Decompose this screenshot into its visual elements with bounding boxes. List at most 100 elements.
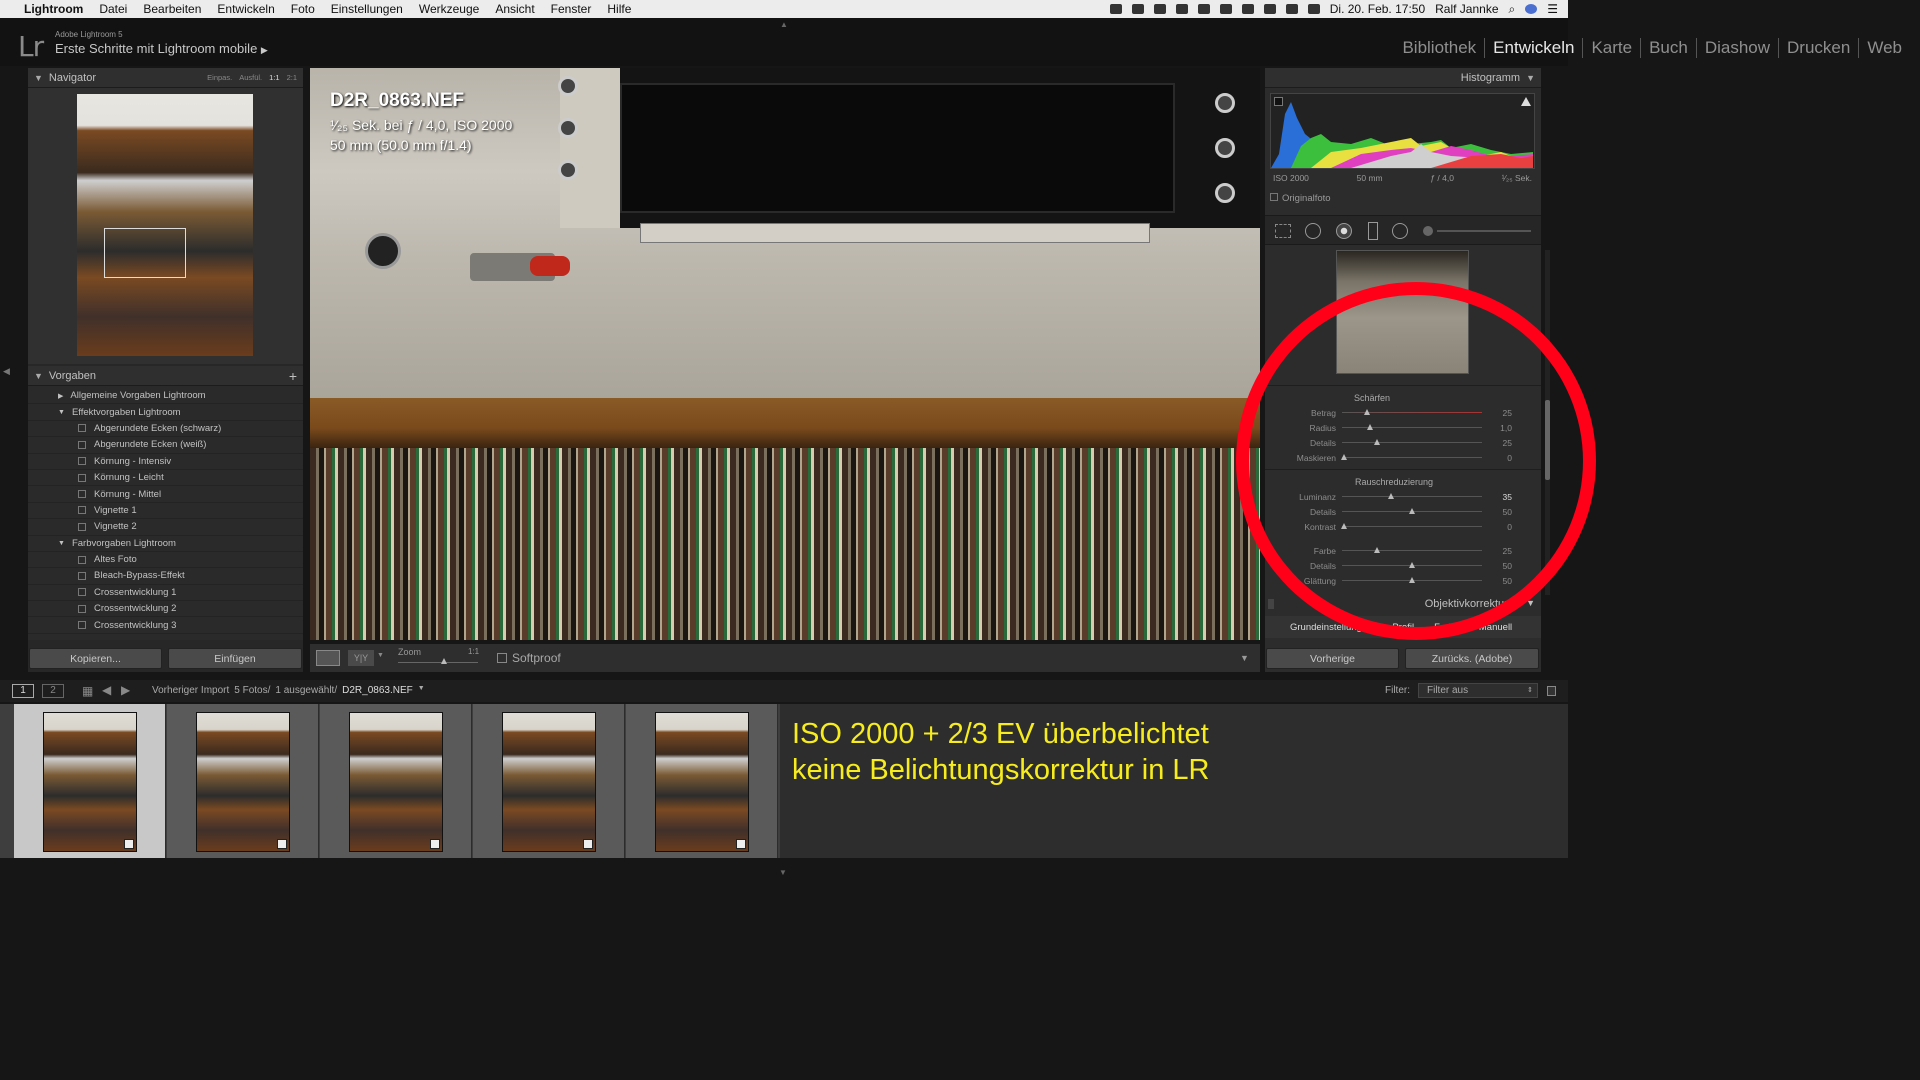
catalog-title[interactable]: Erste Schritte mit Lightroom mobile ▶ [55,41,268,56]
filmstrip-thumbnail[interactable] [196,712,290,852]
preset-item[interactable]: Crossentwicklung 1 [28,585,303,602]
source-name[interactable]: Vorheriger Import [152,685,229,696]
bluetooth-icon[interactable] [1219,4,1232,14]
menubar-user[interactable]: Ralf Jannke [1435,2,1498,16]
notification-center-icon[interactable]: ☰ [1547,2,1558,16]
module-entwickeln[interactable]: Entwickeln [1484,38,1582,58]
filmstrip-thumbnail[interactable] [349,712,443,852]
siri-icon[interactable] [1525,4,1538,14]
time-machine-icon[interactable] [1197,4,1210,14]
grid-view-icon[interactable]: ▦ [82,684,93,698]
menu-app-name[interactable]: Lightroom [16,0,91,18]
collapse-triangle-icon[interactable]: ▼ [1526,73,1535,83]
add-preset-icon[interactable]: + [289,368,303,384]
collapse-filmstrip-icon[interactable]: ▼ [779,868,787,877]
module-karte[interactable]: Karte [1582,38,1640,58]
cloud-icon[interactable] [1175,4,1188,14]
paste-settings-button[interactable]: Einfügen [168,648,302,669]
preset-folder[interactable]: ▼ Effektvorgaben Lightroom [28,404,303,421]
preset-item[interactable]: Abgerundete Ecken (weiß) [28,437,303,454]
play-triangle-icon[interactable]: ▶ [261,45,268,55]
menu-entwickeln[interactable]: Entwickeln [209,0,282,18]
collapse-left-panel-icon[interactable]: ◀ [3,366,10,377]
eject-icon[interactable] [1263,4,1276,14]
spot-removal-icon[interactable] [1305,223,1321,239]
module-diashow[interactable]: Diashow [1695,38,1778,58]
brush-size-track[interactable] [1437,230,1531,232]
module-web[interactable]: Web [1858,38,1910,58]
menu-werkzeuge[interactable]: Werkzeuge [411,0,487,18]
preset-item[interactable]: Vignette 1 [28,503,303,520]
wifi-icon[interactable] [1241,4,1254,14]
filmstrip-thumbnail[interactable] [655,712,749,852]
shadow-clipping-toggle[interactable] [1274,97,1283,106]
spotlight-search-icon[interactable]: ⌕ [1509,2,1516,17]
crop-tool-icon[interactable] [1275,224,1291,238]
histogram-header[interactable]: Histogramm ▼ [1265,68,1541,88]
module-bibliothek[interactable]: Bibliothek [1394,38,1484,58]
collapse-top-panel-icon[interactable]: ▲ [780,20,788,29]
drive-icon[interactable] [1153,4,1166,14]
highlight-clipping-toggle[interactable] [1521,97,1531,106]
menubar-clock[interactable]: Di. 20. Feb. 17:50 [1330,2,1425,16]
radial-filter-icon[interactable] [1392,223,1408,239]
filmstrip-thumbnail[interactable] [502,712,596,852]
menu-foto[interactable]: Foto [283,0,323,18]
main-photo-view[interactable] [310,68,1260,640]
menu-ansicht[interactable]: Ansicht [487,0,542,18]
menu-hilfe[interactable]: Hilfe [599,0,639,18]
menu-einstellungen[interactable]: Einstellungen [323,0,411,18]
previous-settings-button[interactable]: Vorherige [1266,648,1399,669]
navigator-header[interactable]: ▼ Navigator Einpas. Ausfül. 1:1 2:1 [28,68,303,88]
current-filename[interactable]: D2R_0863.NEF [342,685,413,696]
preset-item[interactable]: Altes Foto [28,552,303,569]
filmstrip-cell-selected[interactable] [14,704,166,858]
filter-dropdown-icon[interactable]: ⇕ [1527,684,1533,697]
disclosure-open-icon[interactable]: ▼ [58,540,65,547]
original-photo-checkbox[interactable] [1270,193,1278,201]
menu-bearbeiten[interactable]: Bearbeiten [135,0,209,18]
zoom-fit[interactable]: Einpas. [207,73,232,82]
before-after-dropdown-icon[interactable]: ▼ [377,652,384,659]
filmstrip-cell[interactable] [473,704,625,858]
module-buch[interactable]: Buch [1640,38,1696,58]
menu-datei[interactable]: Datei [91,0,135,18]
filmstrip-source-path[interactable]: Vorheriger Import 5 Fotos/ 1 ausgewählt/… [152,685,425,696]
zoom-2-1[interactable]: 2:1 [287,73,297,82]
preset-folder[interactable]: ▼ Farbvorgaben Lightroom [28,536,303,552]
copy-settings-button[interactable]: Kopieren... [29,648,162,669]
dropbox-icon[interactable] [1109,4,1122,14]
second-window-button[interactable]: 2 [42,684,64,698]
filmstrip-thumbnail[interactable] [43,712,137,852]
preset-item[interactable]: Körnung - Leicht [28,470,303,487]
presets-header[interactable]: ▼ Vorgaben + [28,366,303,386]
histogram-graph[interactable] [1270,93,1535,169]
zoom-fill[interactable]: Ausfül. [239,73,262,82]
original-photo-toggle[interactable]: Originalfoto [1270,193,1331,204]
collapse-triangle-icon[interactable]: ▼ [34,73,43,83]
zoom-1-1[interactable]: 1:1 [269,73,279,82]
graduated-filter-icon[interactable] [1368,222,1378,240]
preset-item[interactable]: Bleach-Bypass-Effekt [28,568,303,585]
preset-item[interactable]: Crossentwicklung 2 [28,601,303,618]
zoom-slider[interactable] [398,662,478,663]
loupe-view-icon[interactable] [316,650,340,666]
preset-item[interactable]: Abgerundete Ecken (schwarz) [28,421,303,438]
adjustment-brush-icon[interactable] [1423,226,1433,236]
before-after-button[interactable]: Y|Y [348,650,374,666]
volume-icon[interactable] [1285,4,1298,14]
filename-dropdown-icon[interactable]: ▼ [418,685,425,696]
battery-icon[interactable] [1307,4,1320,14]
preset-item[interactable]: Crossentwicklung 3 [28,617,303,634]
module-drucken[interactable]: Drucken [1778,38,1858,58]
panel-toggle-switch[interactable] [1268,599,1274,609]
preset-item[interactable]: Körnung - Mittel [28,486,303,503]
disclosure-open-icon[interactable]: ▼ [58,409,65,416]
main-window-button[interactable]: 1 [12,684,34,698]
filter-lock-icon[interactable] [1547,686,1556,696]
filter-select[interactable]: Filter aus ⇕ [1418,683,1538,698]
airplay-icon[interactable] [1131,4,1144,14]
filmstrip-cell[interactable] [167,704,319,858]
softproof-checkbox[interactable] [497,653,507,663]
disclosure-closed-icon[interactable]: ▶ [58,392,63,400]
